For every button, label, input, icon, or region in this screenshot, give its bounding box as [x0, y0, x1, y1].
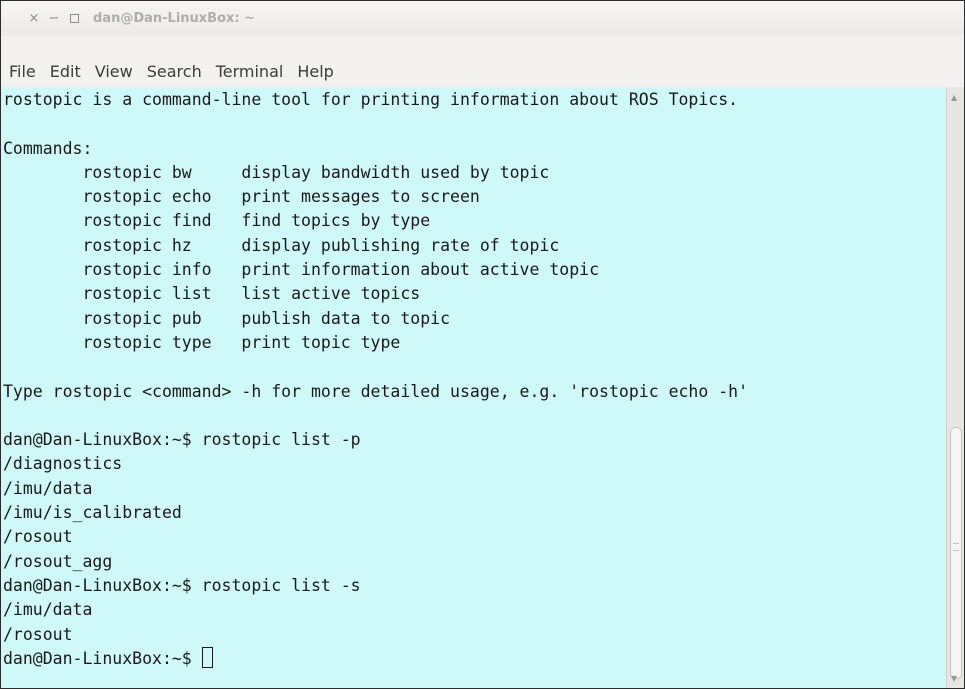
terminal-line: /imu/is_calibrated: [3, 503, 182, 523]
terminal-line: /imu/data: [3, 478, 93, 498]
terminal-line: Commands:: [3, 138, 93, 158]
terminal-line: rostopic find find topics by type: [3, 211, 431, 231]
menu-edit[interactable]: Edit: [50, 62, 81, 81]
terminal-output[interactable]: rostopic is a command-line tool for prin…: [3, 88, 748, 671]
terminal-line: rostopic is a command-line tool for prin…: [3, 90, 739, 109]
terminal-line: /diagnostics: [3, 454, 123, 474]
terminal-area[interactable]: rostopic is a command-line tool for prin…: [1, 87, 947, 688]
grip-icon: [953, 543, 959, 551]
menu-help[interactable]: Help: [297, 62, 333, 81]
terminal-line: dan@Dan-LinuxBox:~$ rostopic list -s: [3, 575, 361, 595]
terminal-line: rostopic list list active topics: [3, 284, 421, 304]
terminal-window: × − dan@Dan-LinuxBox: ~ File Edit View S…: [0, 0, 965, 689]
menu-view[interactable]: View: [95, 62, 133, 81]
terminal-line: rostopic hz display publishing rate of t…: [3, 235, 560, 255]
terminal-line: rostopic pub publish data to topic: [3, 308, 451, 328]
menu-file[interactable]: File: [9, 62, 36, 81]
terminal-prompt: dan@Dan-LinuxBox:~$: [3, 648, 202, 668]
terminal-line: rostopic info print information about ac…: [3, 260, 600, 280]
terminal-line: rostopic echo print messages to screen: [3, 187, 480, 207]
terminal-line: /rosout_agg: [3, 551, 113, 571]
terminal-line: /rosout: [3, 527, 73, 547]
menubar: File Edit View Search Terminal Help: [1, 58, 964, 84]
arrow-up-icon[interactable]: ▲: [951, 93, 958, 103]
text-cursor: [201, 646, 213, 668]
close-icon[interactable]: ×: [27, 11, 41, 26]
terminal-line: /rosout: [3, 624, 73, 644]
menu-search[interactable]: Search: [147, 62, 202, 81]
terminal-line: Type rostopic <command> -h for more deta…: [3, 381, 749, 401]
vertical-scrollbar[interactable]: ▲ ▼: [946, 87, 964, 688]
terminal-line: /imu/data: [3, 600, 93, 620]
titlebar[interactable]: × − dan@Dan-LinuxBox: ~: [1, 1, 964, 35]
arrow-down-icon[interactable]: ▼: [951, 674, 958, 684]
terminal-line: rostopic type print topic type: [3, 332, 401, 352]
maximize-icon[interactable]: [67, 11, 81, 25]
terminal-line: dan@Dan-LinuxBox:~$ rostopic list -p: [3, 430, 361, 450]
window-title: dan@Dan-LinuxBox: ~: [93, 10, 256, 26]
terminal-line: rostopic bw display bandwidth used by to…: [3, 162, 550, 182]
scrollbar-thumb[interactable]: [950, 427, 962, 679]
minimize-icon[interactable]: −: [47, 11, 61, 26]
menu-terminal[interactable]: Terminal: [216, 62, 284, 81]
